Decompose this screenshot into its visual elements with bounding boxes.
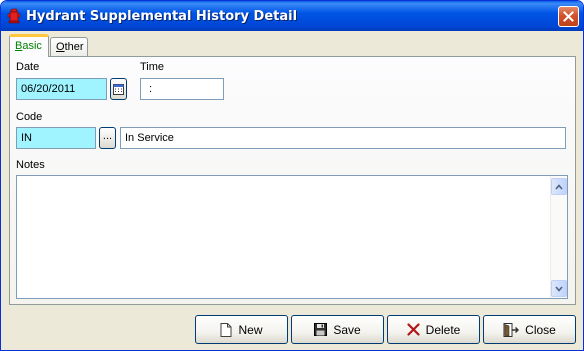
calendar-icon (113, 84, 124, 95)
tab-basic-label: asic (22, 40, 42, 52)
date-field[interactable]: 06/20/2011 (16, 78, 107, 100)
title-bar[interactable]: Hydrant Supplemental History Detail (1, 1, 583, 31)
notes-label: Notes (16, 159, 45, 171)
chevron-up-icon (555, 183, 563, 190)
tab-other[interactable]: Other (50, 37, 88, 57)
close-button[interactable]: Close (483, 315, 576, 344)
dialog-window: Hydrant Supplemental History Detail Basi… (0, 0, 584, 351)
notes-scrollbar[interactable] (550, 176, 567, 298)
floppy-disk-icon (314, 323, 328, 336)
date-label: Date (16, 61, 40, 73)
delete-button[interactable]: Delete (387, 315, 480, 344)
code-lookup-button[interactable]: ... (99, 127, 116, 149)
new-button[interactable]: New (195, 315, 288, 344)
window-title: Hydrant Supplemental History Detail (26, 9, 298, 24)
code-description-field: In Service (120, 127, 566, 149)
tab-other-accel: O (56, 41, 65, 53)
exit-door-icon (503, 322, 520, 337)
new-button-label: New (238, 322, 263, 337)
tab-basic[interactable]: Basic (9, 34, 49, 57)
save-button[interactable]: Save (291, 315, 384, 344)
scroll-down-button[interactable] (551, 280, 567, 297)
code-label: Code (16, 111, 43, 123)
red-x-icon (407, 323, 420, 336)
tab-other-label: ther (64, 41, 84, 53)
hydrant-icon (7, 8, 21, 24)
save-button-label: Save (333, 322, 361, 337)
date-picker-button[interactable] (110, 78, 127, 100)
new-document-icon (220, 322, 232, 337)
window-close-button[interactable] (558, 6, 579, 27)
scroll-up-button[interactable] (551, 178, 567, 195)
chevron-down-icon (555, 285, 563, 292)
notes-textarea[interactable] (16, 175, 568, 299)
close-button-label: Close (525, 322, 556, 337)
code-field[interactable]: IN (16, 127, 96, 149)
time-field[interactable]: : (140, 78, 224, 100)
delete-button-label: Delete (425, 322, 461, 337)
close-icon (563, 11, 574, 22)
time-label: Time (140, 61, 165, 73)
